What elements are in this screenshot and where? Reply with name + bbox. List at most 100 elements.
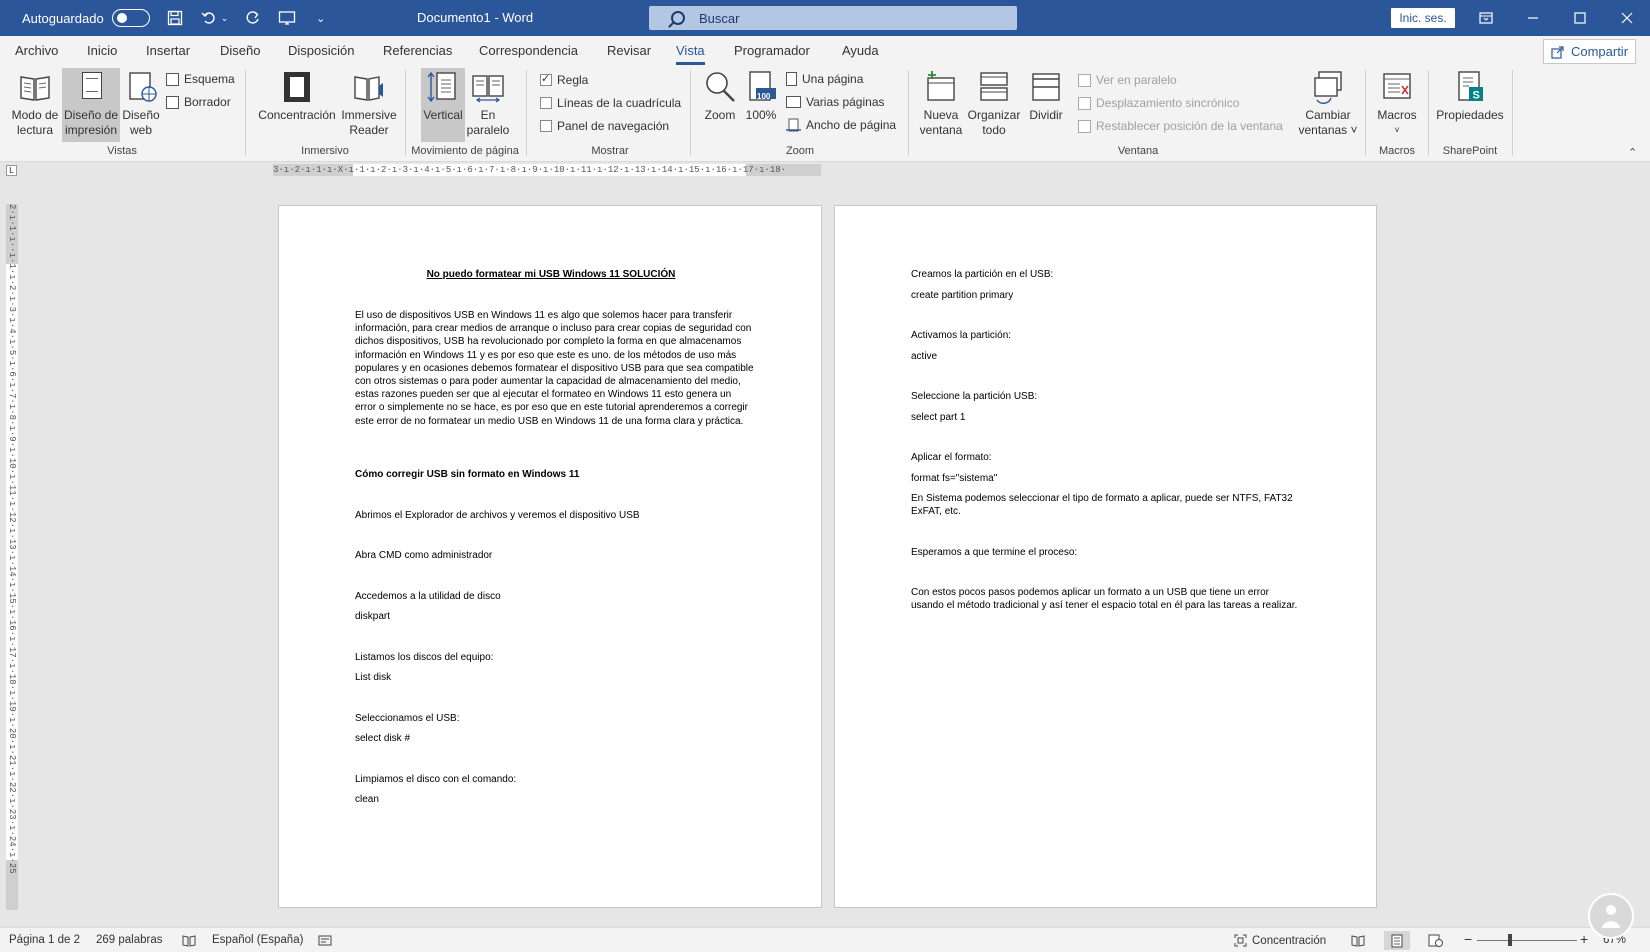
zoom-in-button[interactable]: + [1580, 931, 1588, 947]
new-window-label-2: ventana [919, 123, 963, 137]
zoom-100-button[interactable]: 100 100% [742, 70, 780, 123]
group-label-ventana: Ventana [1117, 145, 1159, 157]
properties-button[interactable]: S Propiedades [1432, 70, 1508, 123]
accessibility-icon[interactable] [318, 934, 332, 950]
tab-revisar[interactable]: Revisar [607, 43, 651, 58]
focus-button[interactable]: Concentración [254, 70, 340, 123]
search-box[interactable]: Buscar [649, 6, 1017, 30]
sign-in-button[interactable]: Inic. ses. [1391, 8, 1455, 28]
switch-windows-label-2: ventanas ˅ [1298, 123, 1358, 137]
draft-button[interactable]: Borrador [166, 95, 231, 109]
document-page-2[interactable]: Creamos la partición en el USB: create p… [834, 205, 1377, 908]
cmd-format: format fs="sistema" [911, 473, 998, 484]
side-by-side-label-2: paralelo [466, 123, 510, 137]
minimize-icon[interactable] [1510, 0, 1556, 36]
group-separator [908, 70, 909, 156]
new-window-button[interactable]: Nueva ventana [918, 70, 964, 138]
one-page-button[interactable]: Una página [786, 72, 863, 86]
tab-inicio[interactable]: Inicio [87, 43, 117, 58]
autosave-toggle[interactable] [111, 9, 150, 27]
switch-windows-icon [1311, 70, 1345, 104]
view-side-by-side-button[interactable]: Ver en paralelo [1078, 73, 1177, 87]
magnifier-icon [703, 70, 737, 104]
print-layout-button[interactable]: Diseño de impresión [62, 68, 120, 142]
tab-selector-icon[interactable]: L [6, 165, 17, 176]
zoom-button[interactable]: Zoom [698, 70, 742, 123]
zoom-out-button[interactable]: − [1464, 931, 1472, 947]
word-count[interactable]: 269 palabras [96, 934, 163, 946]
zoom-slider-thumb[interactable] [1508, 934, 1512, 946]
focus-mode-button[interactable]: Concentración [1234, 934, 1326, 947]
save-icon[interactable] [164, 7, 186, 29]
nav-pane-checkbox[interactable]: Panel de navegación [540, 119, 669, 133]
vertical-button[interactable]: Vertical [421, 68, 465, 142]
language-indicator[interactable]: Español (España) [212, 934, 303, 946]
cmd-active: active [911, 351, 938, 362]
cmd-list-disk: List disk [355, 672, 392, 683]
tab-correspondencia[interactable]: Correspondencia [479, 43, 578, 58]
tab-diseno[interactable]: Diseño [220, 43, 260, 58]
sync-scroll-button[interactable]: Desplazamiento sincrónico [1078, 96, 1239, 110]
zoom-label: Zoom [704, 108, 736, 122]
switch-windows-button[interactable]: Cambiar ventanas ˅ [1298, 70, 1358, 138]
split-button[interactable]: Dividir [1024, 70, 1068, 123]
intro-paragraph: El uso de dispositivos USB en Windows 11… [355, 310, 754, 427]
vertical-label: Vertical [423, 108, 463, 122]
ruler-label: Regla [557, 73, 589, 87]
macros-button[interactable]: Macros ˅ [1372, 70, 1422, 138]
arrange-all-button[interactable]: Organizar todo [966, 70, 1022, 138]
read-mode-button[interactable]: Modo de lectura [8, 70, 62, 138]
tab-vista[interactable]: Vista [676, 43, 705, 65]
web-layout-button[interactable]: Diseño web [120, 70, 162, 138]
step-select-partition: Seleccione la partición USB: [911, 391, 1038, 402]
page-width-button[interactable]: Ancho de página [786, 118, 896, 132]
gridlines-checkbox[interactable]: Líneas de la cuadrícula [540, 96, 681, 110]
tab-archivo[interactable]: Archivo [15, 43, 58, 58]
one-page-icon [786, 72, 797, 86]
read-mode-view-icon[interactable] [1351, 934, 1365, 950]
tab-ayuda[interactable]: Ayuda [842, 43, 879, 58]
undo-dropdown-icon[interactable]: ⌄ [220, 7, 230, 29]
side-by-side-button[interactable]: En paralelo [465, 70, 511, 138]
reset-window-position-button[interactable]: Restablecer posición de la ventana [1078, 119, 1283, 133]
tab-disposicion[interactable]: Disposición [288, 43, 354, 58]
outline-button[interactable]: Esquema [166, 72, 235, 86]
page-count[interactable]: Página 1 de 2 [9, 934, 80, 946]
undo-icon[interactable] [198, 7, 220, 29]
horizontal-ruler[interactable]: 3·ı·2·ı·1·ı·X·ı·1·ı·2·ı·3·ı·4·ı·5·ı·6·ı·… [273, 164, 821, 176]
redo-icon[interactable] [242, 7, 264, 29]
zoom-slider[interactable] [1477, 940, 1577, 941]
close-icon[interactable] [1604, 0, 1650, 36]
group-separator [1428, 70, 1429, 156]
gridlines-label: Líneas de la cuadrícula [557, 96, 682, 110]
vertical-ruler[interactable]: 2·ı·1·ı··ı·1·ı·2·ı·3·ı·4·ı·5·ı·6·ı·7·ı·8… [6, 204, 18, 910]
ruler-checkbox[interactable]: Regla [540, 72, 589, 87]
gridlines-check-icon [540, 97, 552, 109]
immersive-reader-button[interactable]: Immersive Reader [338, 70, 400, 138]
tab-referencias[interactable]: Referencias [383, 43, 452, 58]
maximize-icon[interactable] [1557, 0, 1603, 36]
customize-qat-icon[interactable]: ⌄ [310, 7, 332, 29]
site-logo [1588, 893, 1634, 939]
document-page-1[interactable]: No puedo formatear mi USB Windows 11 SOL… [278, 205, 822, 908]
share-button[interactable]: Compartir [1543, 39, 1636, 64]
focus-label: Concentración [258, 108, 336, 122]
present-icon[interactable] [276, 7, 298, 29]
tab-programador[interactable]: Programador [734, 43, 810, 58]
split-icon [1029, 70, 1063, 104]
print-layout-view-icon[interactable] [1384, 931, 1410, 950]
multiple-pages-button[interactable]: Varias páginas [786, 95, 885, 109]
cmd-select-part: select part 1 [911, 412, 966, 423]
tab-insertar[interactable]: Insertar [146, 43, 190, 58]
web-layout-view-icon[interactable] [1428, 934, 1443, 950]
ribbon-display-options-icon[interactable] [1463, 0, 1509, 36]
share-icon [1551, 45, 1564, 59]
reset-window-position-label: Restablecer posición de la ventana [1096, 119, 1283, 133]
web-layout-icon [124, 70, 158, 104]
multiple-pages-label: Varias páginas [806, 95, 885, 109]
properties-label: Propiedades [1436, 108, 1504, 122]
title-bar: Autoguardado ⌄ ⌄ Documento1 - Word Busca… [0, 0, 1650, 36]
proofing-icon[interactable] [182, 934, 196, 950]
group-separator [1512, 70, 1513, 156]
collapse-ribbon-icon[interactable]: ⌃ [1628, 146, 1637, 159]
